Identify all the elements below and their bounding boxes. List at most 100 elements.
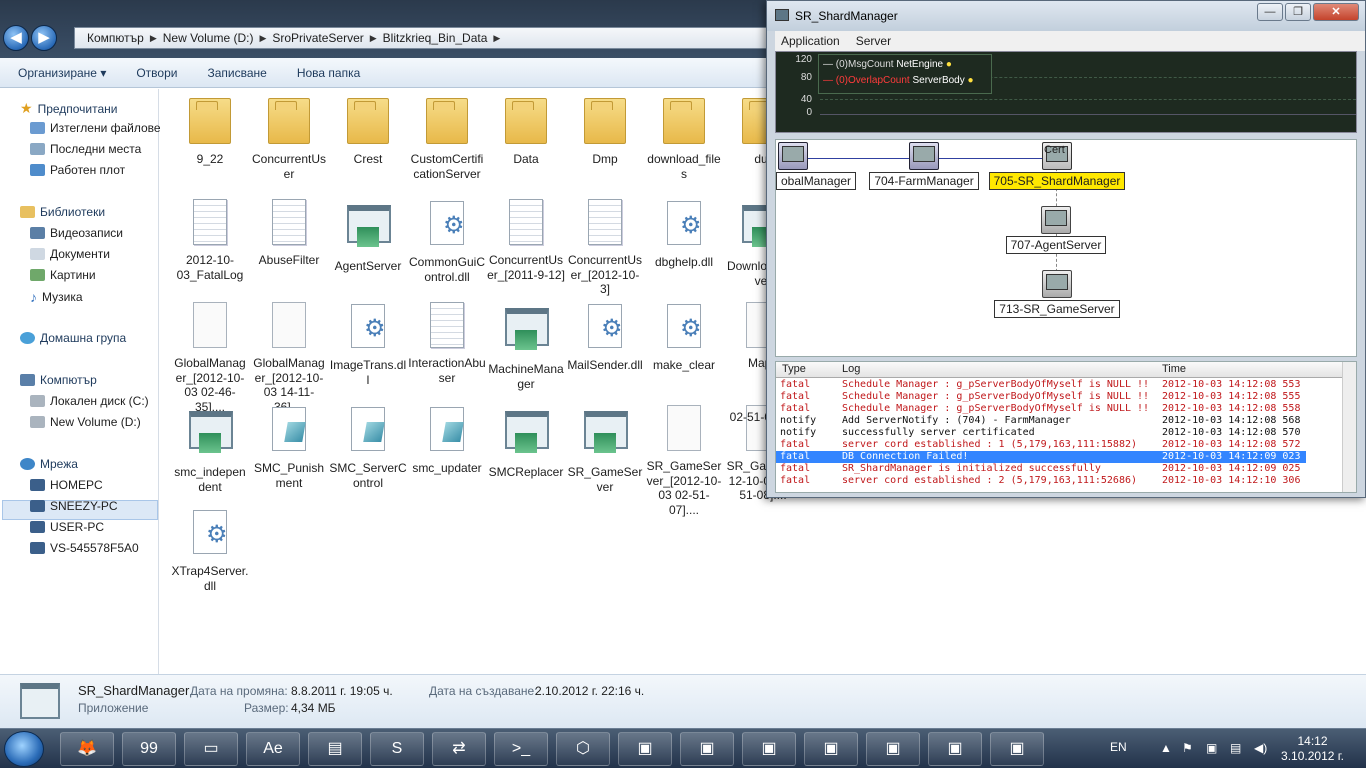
log-row[interactable]: fatal server cord established : 2 (5,179,… (776, 475, 1306, 487)
log-row[interactable]: fatal Schedule Manager : g_pServerBodyOfM… (776, 379, 1306, 391)
window-icon[interactable]: ▣ (804, 732, 858, 766)
device-icon[interactable]: ▤ (1230, 741, 1241, 755)
file-item[interactable]: download_files (645, 94, 723, 181)
breadcrumb[interactable]: Компютър ▶ New Volume (D:) ▶ SroPrivateS… (74, 27, 774, 49)
menu-application[interactable]: Application (781, 34, 840, 48)
nav-favorites[interactable]: ★ Предпочитани (20, 100, 118, 117)
volume-icon[interactable]: ◀) (1254, 741, 1267, 755)
nav-item-pictures[interactable]: Картини (30, 268, 96, 282)
file-item[interactable]: Dmp (566, 94, 644, 167)
network-icon[interactable]: ▣ (1206, 741, 1217, 755)
monitor-icon[interactable]: ▭ (184, 732, 238, 766)
nav-homegroup[interactable]: Домашна група (20, 331, 126, 345)
node-agent-server[interactable]: 707-AgentServer (996, 206, 1116, 254)
file-item[interactable]: ImageTrans.dll (329, 300, 407, 387)
file-item[interactable]: MachineManager (487, 300, 565, 391)
file-item[interactable]: Data (487, 94, 565, 167)
back-button[interactable]: ◀ (3, 25, 29, 51)
window-icon[interactable]: ▣ (742, 732, 796, 766)
breadcrumb-item-bindata[interactable]: Blitzkrieq_Bin_Data (377, 31, 494, 45)
skype-icon[interactable]: S (370, 732, 424, 766)
file-item[interactable]: SR_GameServer (566, 403, 644, 494)
file-item[interactable]: 2012-10-03_FatalLog (171, 197, 249, 282)
file-item[interactable]: smc_independent (171, 403, 249, 494)
new-folder-button[interactable]: Нова папка (297, 66, 360, 80)
nav-item-userpc[interactable]: USER-PC (30, 520, 104, 534)
file-item[interactable]: ConcurrentUser_[2012-10-3] (566, 197, 644, 297)
chevron-right-icon[interactable]: ▶ (370, 33, 377, 44)
chevron-up-icon[interactable]: ▲ (1160, 741, 1172, 755)
column-header-type[interactable]: Type (782, 363, 806, 375)
nav-item-music[interactable]: ♪ Музика (30, 289, 83, 305)
chevron-right-icon[interactable]: ▶ (493, 33, 500, 44)
nav-libraries[interactable]: Библиотеки (20, 205, 105, 219)
file-item[interactable]: AbuseFilter (250, 197, 328, 268)
cmd-icon[interactable]: >_ (494, 732, 548, 766)
file-item[interactable]: AgentServer (329, 197, 407, 274)
file-item[interactable]: SMCReplacer (487, 403, 565, 480)
close-button[interactable]: ✕ (1313, 3, 1359, 21)
minimize-button[interactable]: — (1257, 3, 1283, 21)
file-item[interactable]: smc_updater (408, 403, 486, 476)
file-item[interactable]: XTrap4Server.dll (171, 506, 249, 593)
file-item[interactable]: ConcurrentUser (250, 94, 328, 181)
nav-item-videos[interactable]: Видеозаписи (30, 226, 123, 240)
log-row[interactable]: fatal Schedule Manager : g_pServerBodyOfM… (776, 391, 1306, 403)
log-row[interactable]: notify Add ServerNotify : (704) - FarmMan… (776, 415, 1306, 427)
firefox-icon[interactable]: 🦊 (60, 732, 114, 766)
start-button[interactable] (4, 731, 44, 767)
chevron-right-icon[interactable]: ▶ (150, 33, 157, 44)
open-button[interactable]: Отвори (136, 66, 177, 80)
file-item[interactable]: GlobalManager_[2012-10-03 02-46-35].... (171, 300, 249, 414)
chevron-right-icon[interactable]: ▶ (259, 33, 266, 44)
nav-item-recent[interactable]: Последни места (30, 142, 141, 156)
window-icon[interactable]: ▣ (618, 732, 672, 766)
ae-icon[interactable]: Ae (246, 732, 300, 766)
node-farm-manager[interactable]: 704-FarmManager (869, 142, 979, 190)
nav-item-sneezypc[interactable]: SNEEZY-PC (30, 499, 118, 513)
nav-item-drive-d[interactable]: New Volume (D:) (30, 415, 141, 429)
file-item[interactable]: GlobalManager_[2012-10-03 14-11-36].... (250, 300, 328, 414)
log-row[interactable]: fatal server cord established : 1 (5,179,… (776, 439, 1306, 451)
teamviewer-icon[interactable]: ⇄ (432, 732, 486, 766)
organize-button[interactable]: Организиране ▾ (18, 66, 106, 80)
node-game-server[interactable]: 713-SR_GameServer (988, 270, 1126, 318)
column-header-time[interactable]: Time (1162, 363, 1186, 375)
node-shard-manager[interactable]: Cert 705-SR_ShardManager (988, 142, 1126, 190)
language-indicator[interactable]: EN (1110, 740, 1127, 754)
maximize-button[interactable]: ❐ (1285, 3, 1311, 21)
file-item[interactable]: CustomCertificationServer (408, 94, 486, 181)
nav-item-documents[interactable]: Документи (30, 247, 110, 261)
breadcrumb-item-sroprivateserver[interactable]: SroPrivateServer (266, 31, 369, 45)
window-icon[interactable]: ▣ (928, 732, 982, 766)
file-item[interactable]: 9_22 (171, 94, 249, 167)
breadcrumb-item-volume[interactable]: New Volume (D:) (157, 31, 260, 45)
nav-item-drive-c[interactable]: Локален диск (C:) (30, 394, 149, 408)
file-item[interactable]: MailSender.dll (566, 300, 644, 373)
file-item[interactable]: ConcurrentUser_[2011-9-12] (487, 197, 565, 282)
window-icon[interactable]: ▣ (866, 732, 920, 766)
file-item[interactable]: dbghelp.dll (645, 197, 723, 270)
window-icon[interactable]: ▣ (990, 732, 1044, 766)
file-item[interactable]: InteractionAbuser (408, 300, 486, 385)
nav-item-vs[interactable]: VS-545578F5A0 (30, 541, 139, 555)
explorer-icon[interactable]: ▤ (308, 732, 362, 766)
file-item[interactable]: CommonGuiControl.dll (408, 197, 486, 284)
file-item[interactable]: Crest (329, 94, 407, 167)
nav-item-downloads[interactable]: Изтеглени файлове (30, 121, 161, 135)
file-item[interactable]: SMC_ServerControl (329, 403, 407, 490)
99-icon[interactable]: 99 (122, 732, 176, 766)
flag-icon[interactable]: ⚑ (1182, 741, 1193, 755)
nav-item-desktop[interactable]: Работен плот (30, 163, 125, 177)
scrollbar[interactable] (1342, 362, 1356, 492)
menu-server[interactable]: Server (856, 34, 891, 48)
log-row[interactable]: fatal Schedule Manager : g_pServerBodyOfM… (776, 403, 1306, 415)
log-row[interactable]: fatal SR_ShardManager is initialized succ… (776, 463, 1306, 475)
window-icon[interactable]: ▣ (680, 732, 734, 766)
app-icon[interactable]: ⬡ (556, 732, 610, 766)
nav-item-homepc[interactable]: HOMEPC (30, 478, 103, 492)
file-item[interactable]: SR_GameServer_[2012-10-03 02-51-07].... (645, 403, 723, 517)
log-row[interactable]: fatal DB Connection Failed! 2012-10-03 14:… (776, 451, 1306, 463)
nav-network[interactable]: Мрежа (20, 457, 78, 471)
forward-button[interactable]: ▶ (31, 25, 57, 51)
